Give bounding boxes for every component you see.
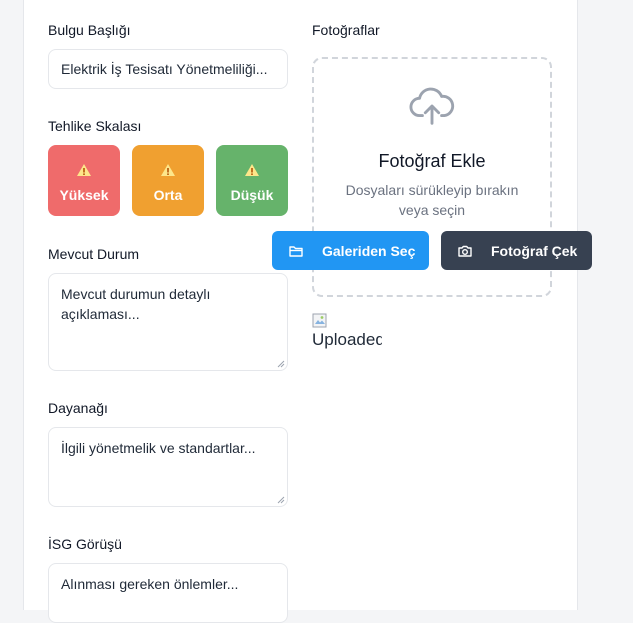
finding-title-label: Bulgu Başlığı <box>48 22 131 38</box>
current-state-textarea[interactable]: Mevcut durumun detaylı açıklaması... <box>48 273 288 371</box>
gallery-button-label: Galeriden Seç <box>322 242 416 259</box>
risk-medium-label: Orta <box>153 187 183 203</box>
broken-image-icon <box>312 313 327 328</box>
risk-medium-button[interactable]: Orta <box>132 145 204 216</box>
uploaded-photo-thumbnail[interactable]: Uploaded 1 <box>312 313 382 377</box>
basis-text: İlgili yönetmelik ve standartlar... <box>61 440 256 456</box>
basis-label: Dayanağı <box>48 400 108 416</box>
photos-label: Fotoğraflar <box>312 22 380 38</box>
risk-high-label: Yüksek <box>59 187 109 203</box>
warning-icon <box>161 164 175 176</box>
finding-title-input[interactable]: Elektrik İş Tesisatı Yönetmeliliği... <box>48 49 288 89</box>
basis-textarea[interactable]: İlgili yönetmelik ve standartlar... <box>48 427 288 507</box>
upload-title: Fotoğraf Ekle <box>378 151 486 171</box>
warning-icon <box>245 164 259 176</box>
risk-high-button[interactable]: Yüksek <box>48 145 120 216</box>
camera-button-label: Fotoğraf Çek <box>491 242 578 259</box>
upload-hint: Dosyaları sürükleyip bırakın veya seçin <box>345 182 519 218</box>
camera-icon <box>458 245 472 257</box>
cloud-upload-icon <box>409 87 455 125</box>
risk-low-label: Düşük <box>230 187 274 203</box>
hse-opinion-text: Alınması gereken önlemler... <box>61 576 239 592</box>
camera-button[interactable]: Fotoğraf Çek <box>441 231 592 270</box>
risk-scale-label: Tehlike Skalası <box>48 118 142 134</box>
risk-low-button[interactable]: Düşük <box>216 145 288 216</box>
warning-icon <box>77 164 91 176</box>
resize-grip-icon[interactable] <box>277 496 285 504</box>
current-state-text: Mevcut durumun detaylı açıklaması... <box>61 286 211 322</box>
gallery-button[interactable]: Galeriden Seç <box>272 231 429 270</box>
current-state-label: Mevcut Durum <box>48 246 140 262</box>
folder-icon <box>289 245 303 257</box>
uploaded-photo-alt-text: Uploaded 1 <box>312 330 382 349</box>
hse-opinion-label: İSG Görüşü <box>48 536 122 552</box>
resize-grip-icon[interactable] <box>277 360 285 368</box>
hse-opinion-textarea[interactable]: Alınması gereken önlemler... <box>48 563 288 623</box>
